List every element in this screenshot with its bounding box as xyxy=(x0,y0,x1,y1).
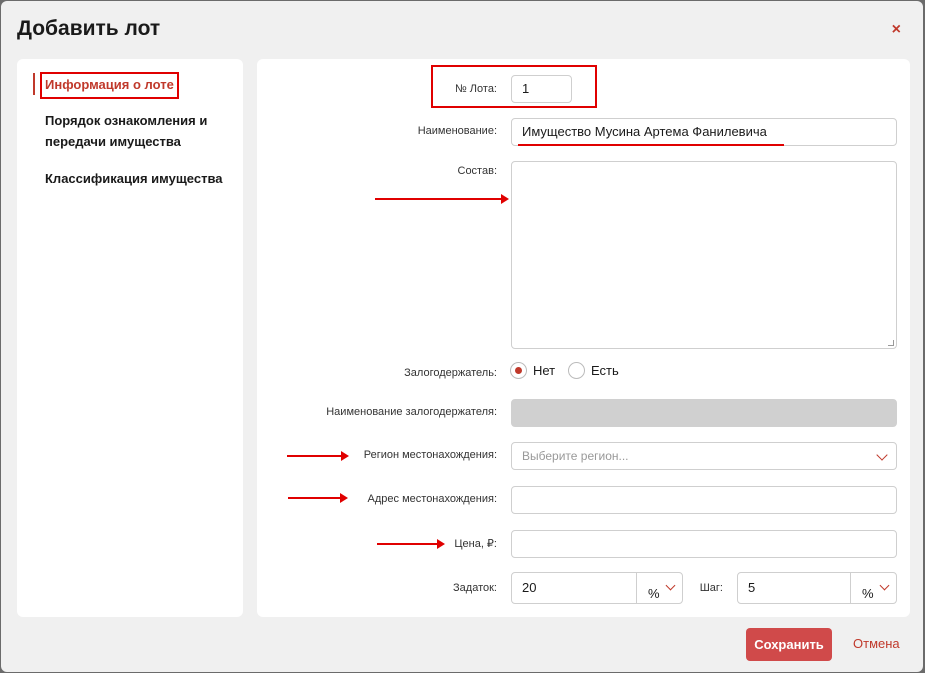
lot-form: № Лота: 1 Наименование: Имущество Мусина… xyxy=(257,59,910,617)
sidebar-item-classification[interactable]: Классификация имущества xyxy=(45,168,235,189)
deposit-label: Задаток: xyxy=(453,582,497,594)
add-lot-modal: Добавить лот × Информация о лоте Порядок… xyxy=(1,1,923,672)
annotation-underline-name xyxy=(518,144,784,146)
pledge-holder-label: Залогодержатель: xyxy=(404,367,497,379)
composition-textarea[interactable] xyxy=(511,161,897,349)
save-button[interactable]: Сохранить xyxy=(746,628,832,661)
chevron-down-icon xyxy=(879,580,890,591)
pledge-holder-no-label: Нет xyxy=(533,363,556,378)
resize-handle[interactable] xyxy=(888,340,894,346)
pledge-holder-yes-label: Есть xyxy=(591,363,619,378)
name-label: Наименование: xyxy=(417,125,497,137)
pledge-holder-yes-radio[interactable] xyxy=(568,362,585,379)
sidebar-item-inspection-order[interactable]: Порядок ознакомления и передачи имуществ… xyxy=(45,110,235,152)
chevron-down-icon xyxy=(876,449,888,461)
price-input[interactable] xyxy=(511,530,897,558)
step-unit-separator xyxy=(850,573,851,603)
active-item-marker xyxy=(33,73,35,95)
annotation-box-lot-info xyxy=(40,72,179,99)
annotation-arrow-composition xyxy=(375,194,509,204)
step-label: Шаг: xyxy=(699,582,723,594)
pledge-holder-name-input xyxy=(511,399,897,427)
address-input[interactable] xyxy=(511,486,897,514)
annotation-box-lot-number xyxy=(431,65,597,108)
pledge-holder-name-label: Наименование залогодержателя: xyxy=(326,406,497,418)
address-label: Адрес местонахождения: xyxy=(367,493,497,505)
annotation-arrow-address xyxy=(288,493,348,503)
pledge-holder-no-radio[interactable] xyxy=(510,362,527,379)
step-value: 5 xyxy=(748,580,756,595)
modal-title: Добавить лот xyxy=(17,17,161,40)
name-input[interactable]: Имущество Мусина Артема Фанилевича xyxy=(511,118,897,146)
region-select[interactable]: Выберите регион... xyxy=(511,442,897,470)
step-input[interactable]: 5 % xyxy=(737,572,897,604)
annotation-arrow-price xyxy=(377,539,445,549)
close-icon[interactable]: × xyxy=(892,21,901,39)
annotation-arrow-region xyxy=(287,451,349,461)
composition-label: Состав: xyxy=(457,165,498,177)
region-placeholder: Выберите регион... xyxy=(522,449,629,463)
cancel-button[interactable]: Отмена xyxy=(853,636,900,651)
sidebar: Информация о лоте Порядок ознакомления и… xyxy=(17,59,243,617)
step-unit[interactable]: % xyxy=(862,579,874,609)
